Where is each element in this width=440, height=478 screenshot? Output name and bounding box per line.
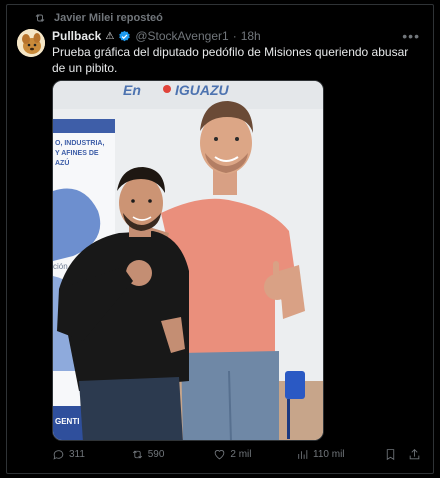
more-options-icon[interactable]: ••• (402, 28, 420, 44)
poster-side-text: ción (53, 262, 68, 271)
views-icon (298, 450, 308, 459)
tweet-photo[interactable]: En IGUAZU O, INDUSTRIA, Y AFINES DE AZÚ … (52, 80, 324, 441)
poster-line-3: AZÚ (55, 158, 69, 167)
reply-button[interactable]: 311 (52, 448, 131, 461)
warning-badge: ⚠ (105, 30, 115, 42)
tweet-header: Pullback ⚠ @StockAvenger1 · 18h (52, 29, 261, 43)
repost-indicator: Javier Milei reposteó (34, 12, 163, 24)
author-handle[interactable]: @StockAvenger1 (135, 29, 228, 43)
repost-count: 590 (147, 449, 165, 460)
poster-bottom-text: GENTI (55, 417, 79, 426)
bookmark-icon (386, 449, 395, 461)
poster-line-2: Y AFINES DE (55, 150, 99, 157)
action-bar: 311 590 2 mil 110 mil (52, 448, 424, 461)
like-count: 2 mil (230, 449, 252, 460)
heart-icon (215, 450, 225, 460)
tweet-text: Prueba gráfica del diputado pedófilo de … (52, 45, 409, 75)
separator-dot: · (232, 29, 237, 43)
views-button[interactable]: 110 mil (296, 448, 381, 461)
repost-icon (132, 450, 142, 459)
like-button[interactable]: 2 mil (213, 448, 296, 461)
repost-text: Javier Milei reposteó (54, 12, 163, 24)
reply-icon (53, 450, 64, 460)
view-count: 110 mil (313, 449, 345, 460)
author-name[interactable]: Pullback (52, 29, 101, 43)
share-button[interactable] (404, 448, 424, 461)
tweet-time[interactable]: 18h (241, 29, 261, 43)
reply-count: 311 (69, 449, 85, 460)
banner-text-en: En (123, 82, 141, 98)
verified-badge-icon (119, 30, 131, 41)
poster-line-1: O, INDUSTRIA, (55, 140, 104, 147)
repost-button[interactable]: 590 (131, 448, 214, 461)
bookmark-button[interactable] (381, 448, 401, 461)
avatar[interactable] (17, 29, 45, 57)
share-icon (409, 449, 419, 460)
banner-text-city: IGUAZU (175, 82, 230, 98)
repost-icon (35, 14, 45, 22)
